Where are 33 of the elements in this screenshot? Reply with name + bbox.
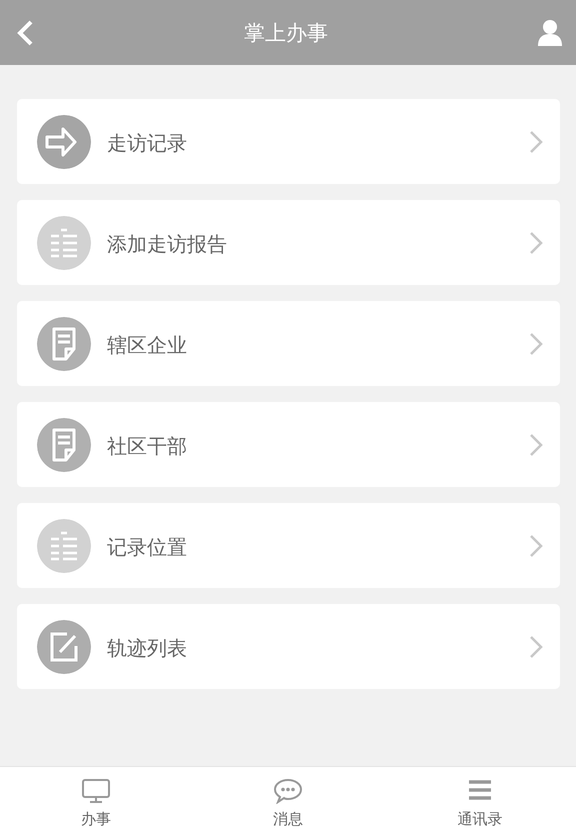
menu-item-label: 记录位置 xyxy=(107,534,188,561)
chevron-icon xyxy=(528,532,544,558)
menu-item[interactable]: 社区干部 xyxy=(17,402,560,487)
page-title: 掌上办事 xyxy=(244,20,328,46)
chevron-icon xyxy=(528,432,544,458)
tab-label: 通讯录 xyxy=(458,810,502,829)
tab-label: 办事 xyxy=(81,810,111,829)
user-icon[interactable] xyxy=(536,18,564,46)
chevron-icon xyxy=(528,330,544,356)
chat-icon xyxy=(273,778,303,804)
menu-item[interactable]: 轨迹列表 xyxy=(17,604,560,689)
monitor-icon xyxy=(81,778,111,804)
chevron-icon xyxy=(528,128,544,154)
chevron-icon xyxy=(528,634,544,660)
menu-item[interactable]: 添加走访报告 xyxy=(17,200,560,285)
list-icon xyxy=(37,216,91,270)
document-icon xyxy=(37,418,91,472)
menu-item-label: 走访记录 xyxy=(107,130,188,157)
chevron-icon xyxy=(528,230,544,256)
document-icon xyxy=(37,316,91,370)
menu-item-label: 社区干部 xyxy=(107,433,188,460)
menu-item-label: 添加走访报告 xyxy=(107,231,228,258)
menu-item-label: 轨迹列表 xyxy=(107,635,188,662)
tab-bar-item[interactable]: 消息 xyxy=(192,767,384,840)
menu-item-label: 辖区企业 xyxy=(107,332,188,359)
tab-bar-item[interactable]: 通讯录 xyxy=(384,767,576,840)
edit-icon xyxy=(37,620,91,674)
menu-item[interactable]: 辖区企业 xyxy=(17,301,560,386)
tab-bar-item[interactable]: 办事 xyxy=(0,767,192,840)
tab-label: 消息 xyxy=(273,810,303,829)
menu-item[interactable]: 走访记录 xyxy=(17,99,560,184)
list-icon xyxy=(37,518,91,572)
menu-item[interactable]: 记录位置 xyxy=(17,503,560,588)
